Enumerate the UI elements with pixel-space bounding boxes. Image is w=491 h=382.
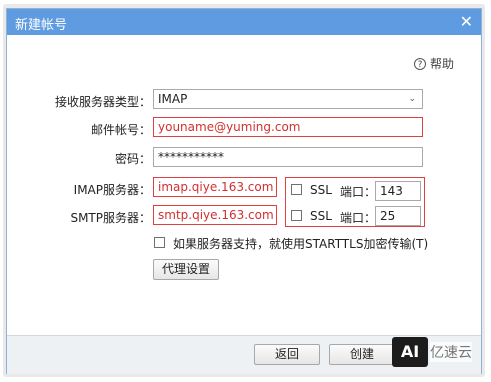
- new-account-dialog: 新建帐号 ✕ ? 帮助 接收服务器类型： IMAP ⌄ 邮件帐号： younam…: [6, 8, 482, 374]
- back-button[interactable]: 返回: [254, 344, 320, 365]
- watermark-text: 亿速云: [430, 342, 472, 362]
- password-input[interactable]: ***********: [153, 147, 423, 167]
- proxy-settings-button[interactable]: 代理设置: [153, 259, 219, 280]
- imap-server-label: IMAP服务器：: [73, 183, 151, 197]
- account-input[interactable]: youname@yuming.com: [153, 117, 423, 137]
- smtp-port-input[interactable]: 25: [375, 206, 421, 226]
- help-link[interactable]: ? 帮助: [414, 55, 454, 72]
- help-icon: ?: [414, 57, 426, 70]
- smtp-ssl-checkbox[interactable]: [291, 210, 302, 221]
- chevron-down-icon: ⌄: [408, 94, 416, 104]
- imap-port-label: 端口：: [340, 185, 377, 199]
- server-type-label: 接收服务器类型：: [54, 95, 151, 109]
- create-button[interactable]: 创建: [329, 344, 395, 365]
- starttls-checkbox[interactable]: [154, 237, 165, 248]
- help-label: 帮助: [430, 57, 455, 71]
- smtp-server-label: SMTP服务器：: [70, 211, 151, 225]
- smtp-port-label: 端口：: [340, 211, 377, 225]
- server-type-select[interactable]: IMAP ⌄: [153, 89, 423, 109]
- watermark: AI 亿速云: [392, 335, 472, 369]
- smtp-server-input[interactable]: smtp.qiye.163.com: [153, 205, 277, 225]
- imap-ssl-label: SSL: [310, 183, 332, 197]
- imap-server-input[interactable]: imap.qiye.163.com: [153, 177, 277, 197]
- watermark-logo: AI: [392, 337, 428, 367]
- imap-port-input[interactable]: 143: [375, 181, 421, 201]
- account-label: 邮件帐号：: [90, 123, 151, 137]
- server-type-value: IMAP: [158, 92, 188, 106]
- smtp-ssl-label: SSL: [310, 209, 332, 223]
- dialog-title: 新建帐号: [15, 18, 68, 33]
- ssl-port-group: SSL 端口： 143 SSL 端口： 25: [285, 177, 425, 227]
- password-label: 密码：: [114, 152, 151, 166]
- starttls-label: 如果服务器支持，就使用STARTTLS加密传输(T): [173, 237, 429, 251]
- imap-ssl-checkbox[interactable]: [291, 184, 302, 195]
- titlebar: 新建帐号 ✕: [7, 9, 481, 35]
- close-icon[interactable]: ✕: [460, 12, 473, 31]
